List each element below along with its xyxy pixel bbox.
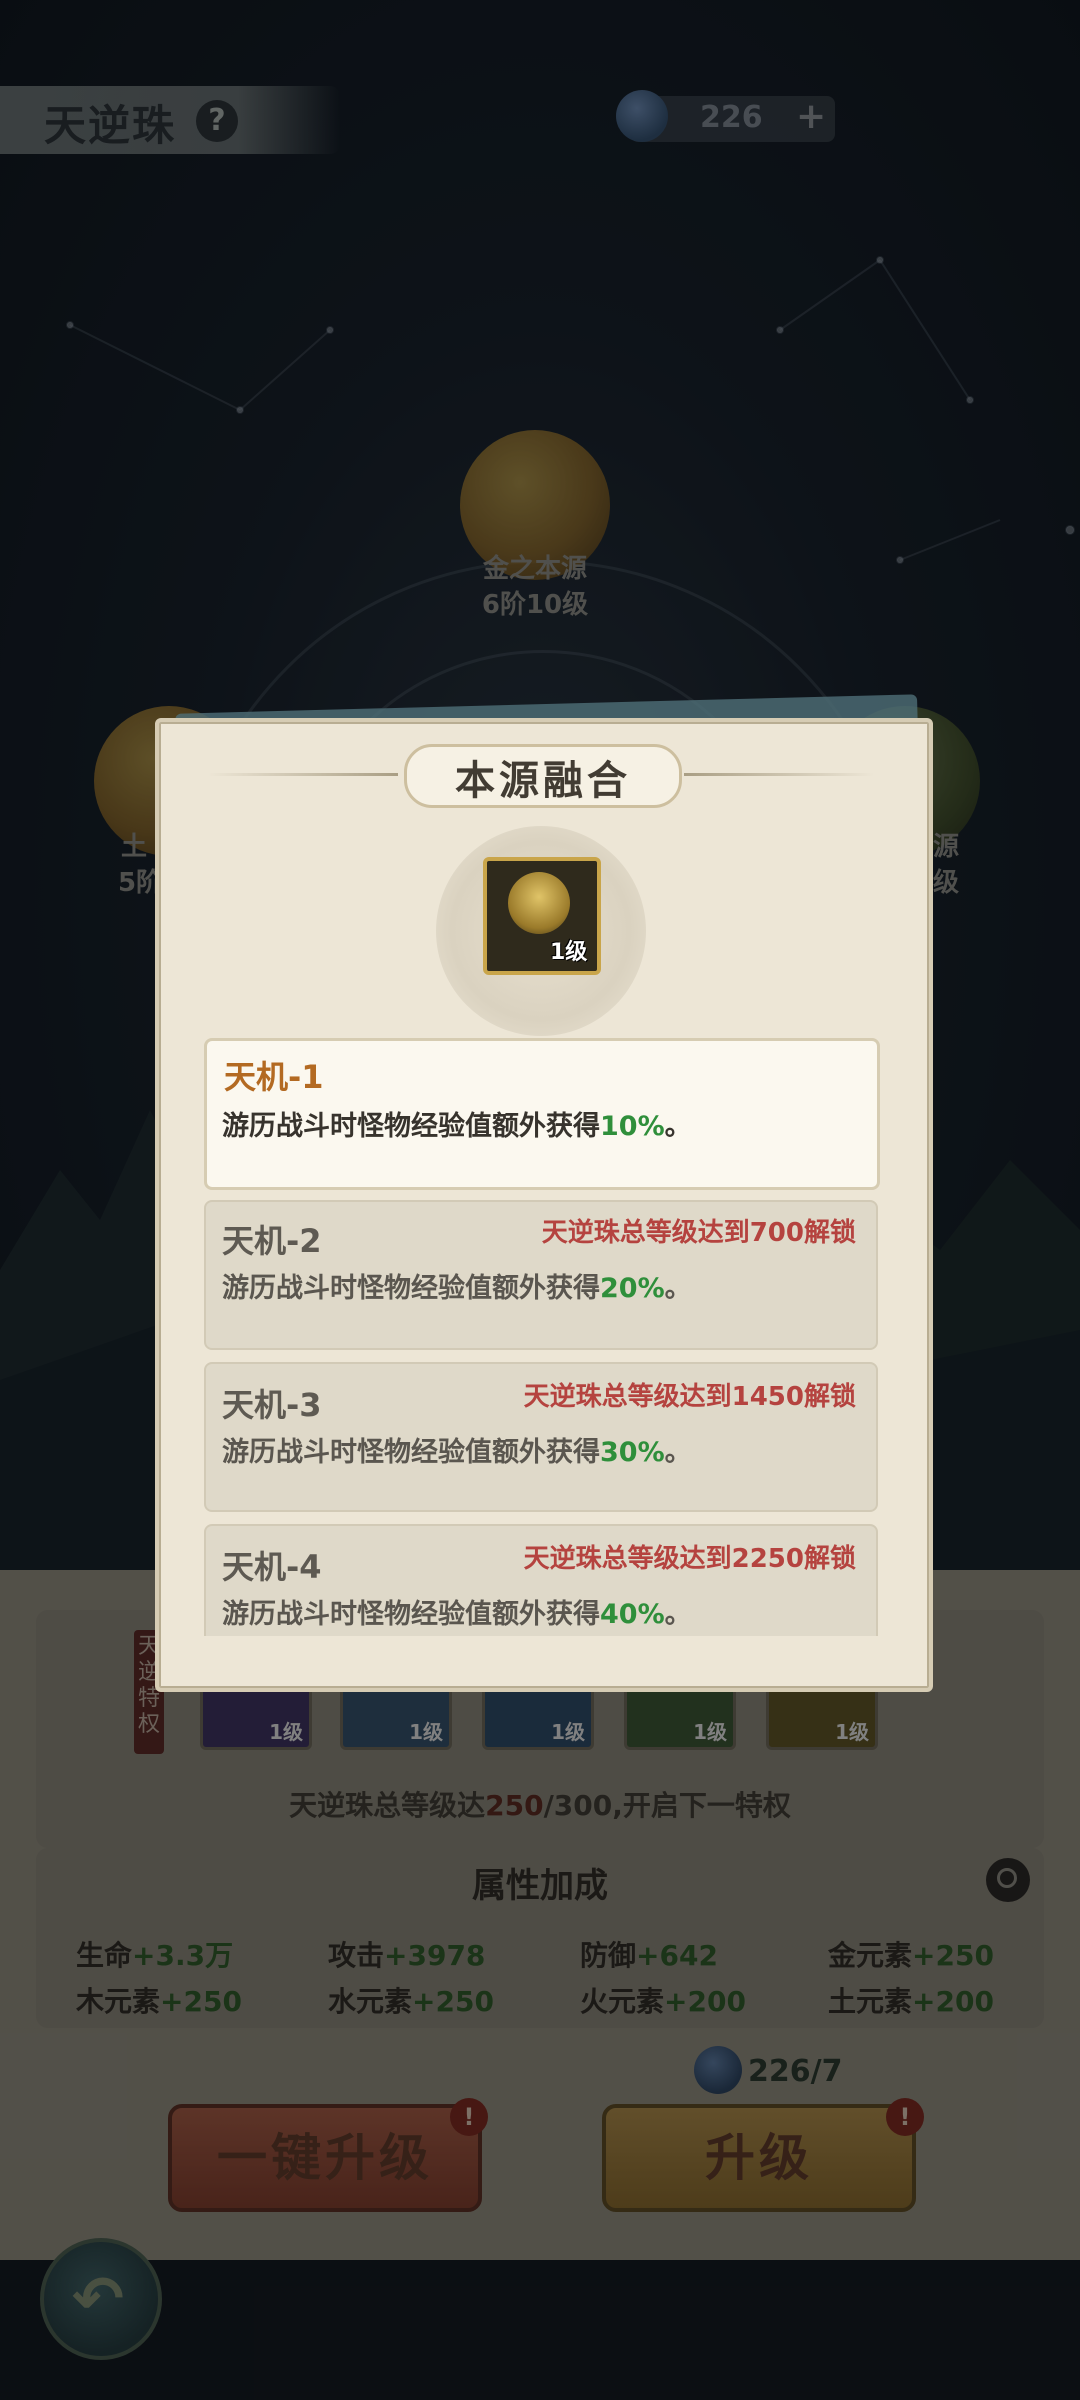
skill-row-desc: 游历战斗时怪物经验值额外获得10%。: [222, 1111, 692, 1142]
skill-level: 1级: [550, 940, 588, 965]
title-divider-left: [208, 773, 398, 776]
skill-row-desc: 游历战斗时怪物经验值额外获得20%。: [222, 1273, 692, 1304]
skill-row-name: 天机-2: [222, 1222, 322, 1260]
skill-row-name: 天机-4: [222, 1548, 322, 1586]
unlock-requirement: 天逆珠总等级达到2250解锁: [523, 1544, 856, 1574]
screen: 金之本源 6阶10级 土 5阶 源 级 天逆珠 ? 226 + 天逆特权 1级 …: [0, 0, 1080, 2400]
unlock-requirement: 天逆珠总等级达到1450解锁: [523, 1382, 856, 1412]
sage-figure-icon: [508, 872, 570, 934]
title-divider-right: [684, 773, 874, 776]
unlock-requirement: 天逆珠总等级达到700解锁: [541, 1218, 856, 1248]
skill-row-desc: 游历战斗时怪物经验值额外获得40%。: [222, 1599, 692, 1630]
skill-row-name: 天机-1: [224, 1058, 324, 1096]
skill-row-name: 天机-3: [222, 1386, 322, 1424]
dialog-title: 本源融合: [455, 758, 631, 804]
skill-row-desc: 游历战斗时怪物经验值额外获得30%。: [222, 1437, 692, 1468]
